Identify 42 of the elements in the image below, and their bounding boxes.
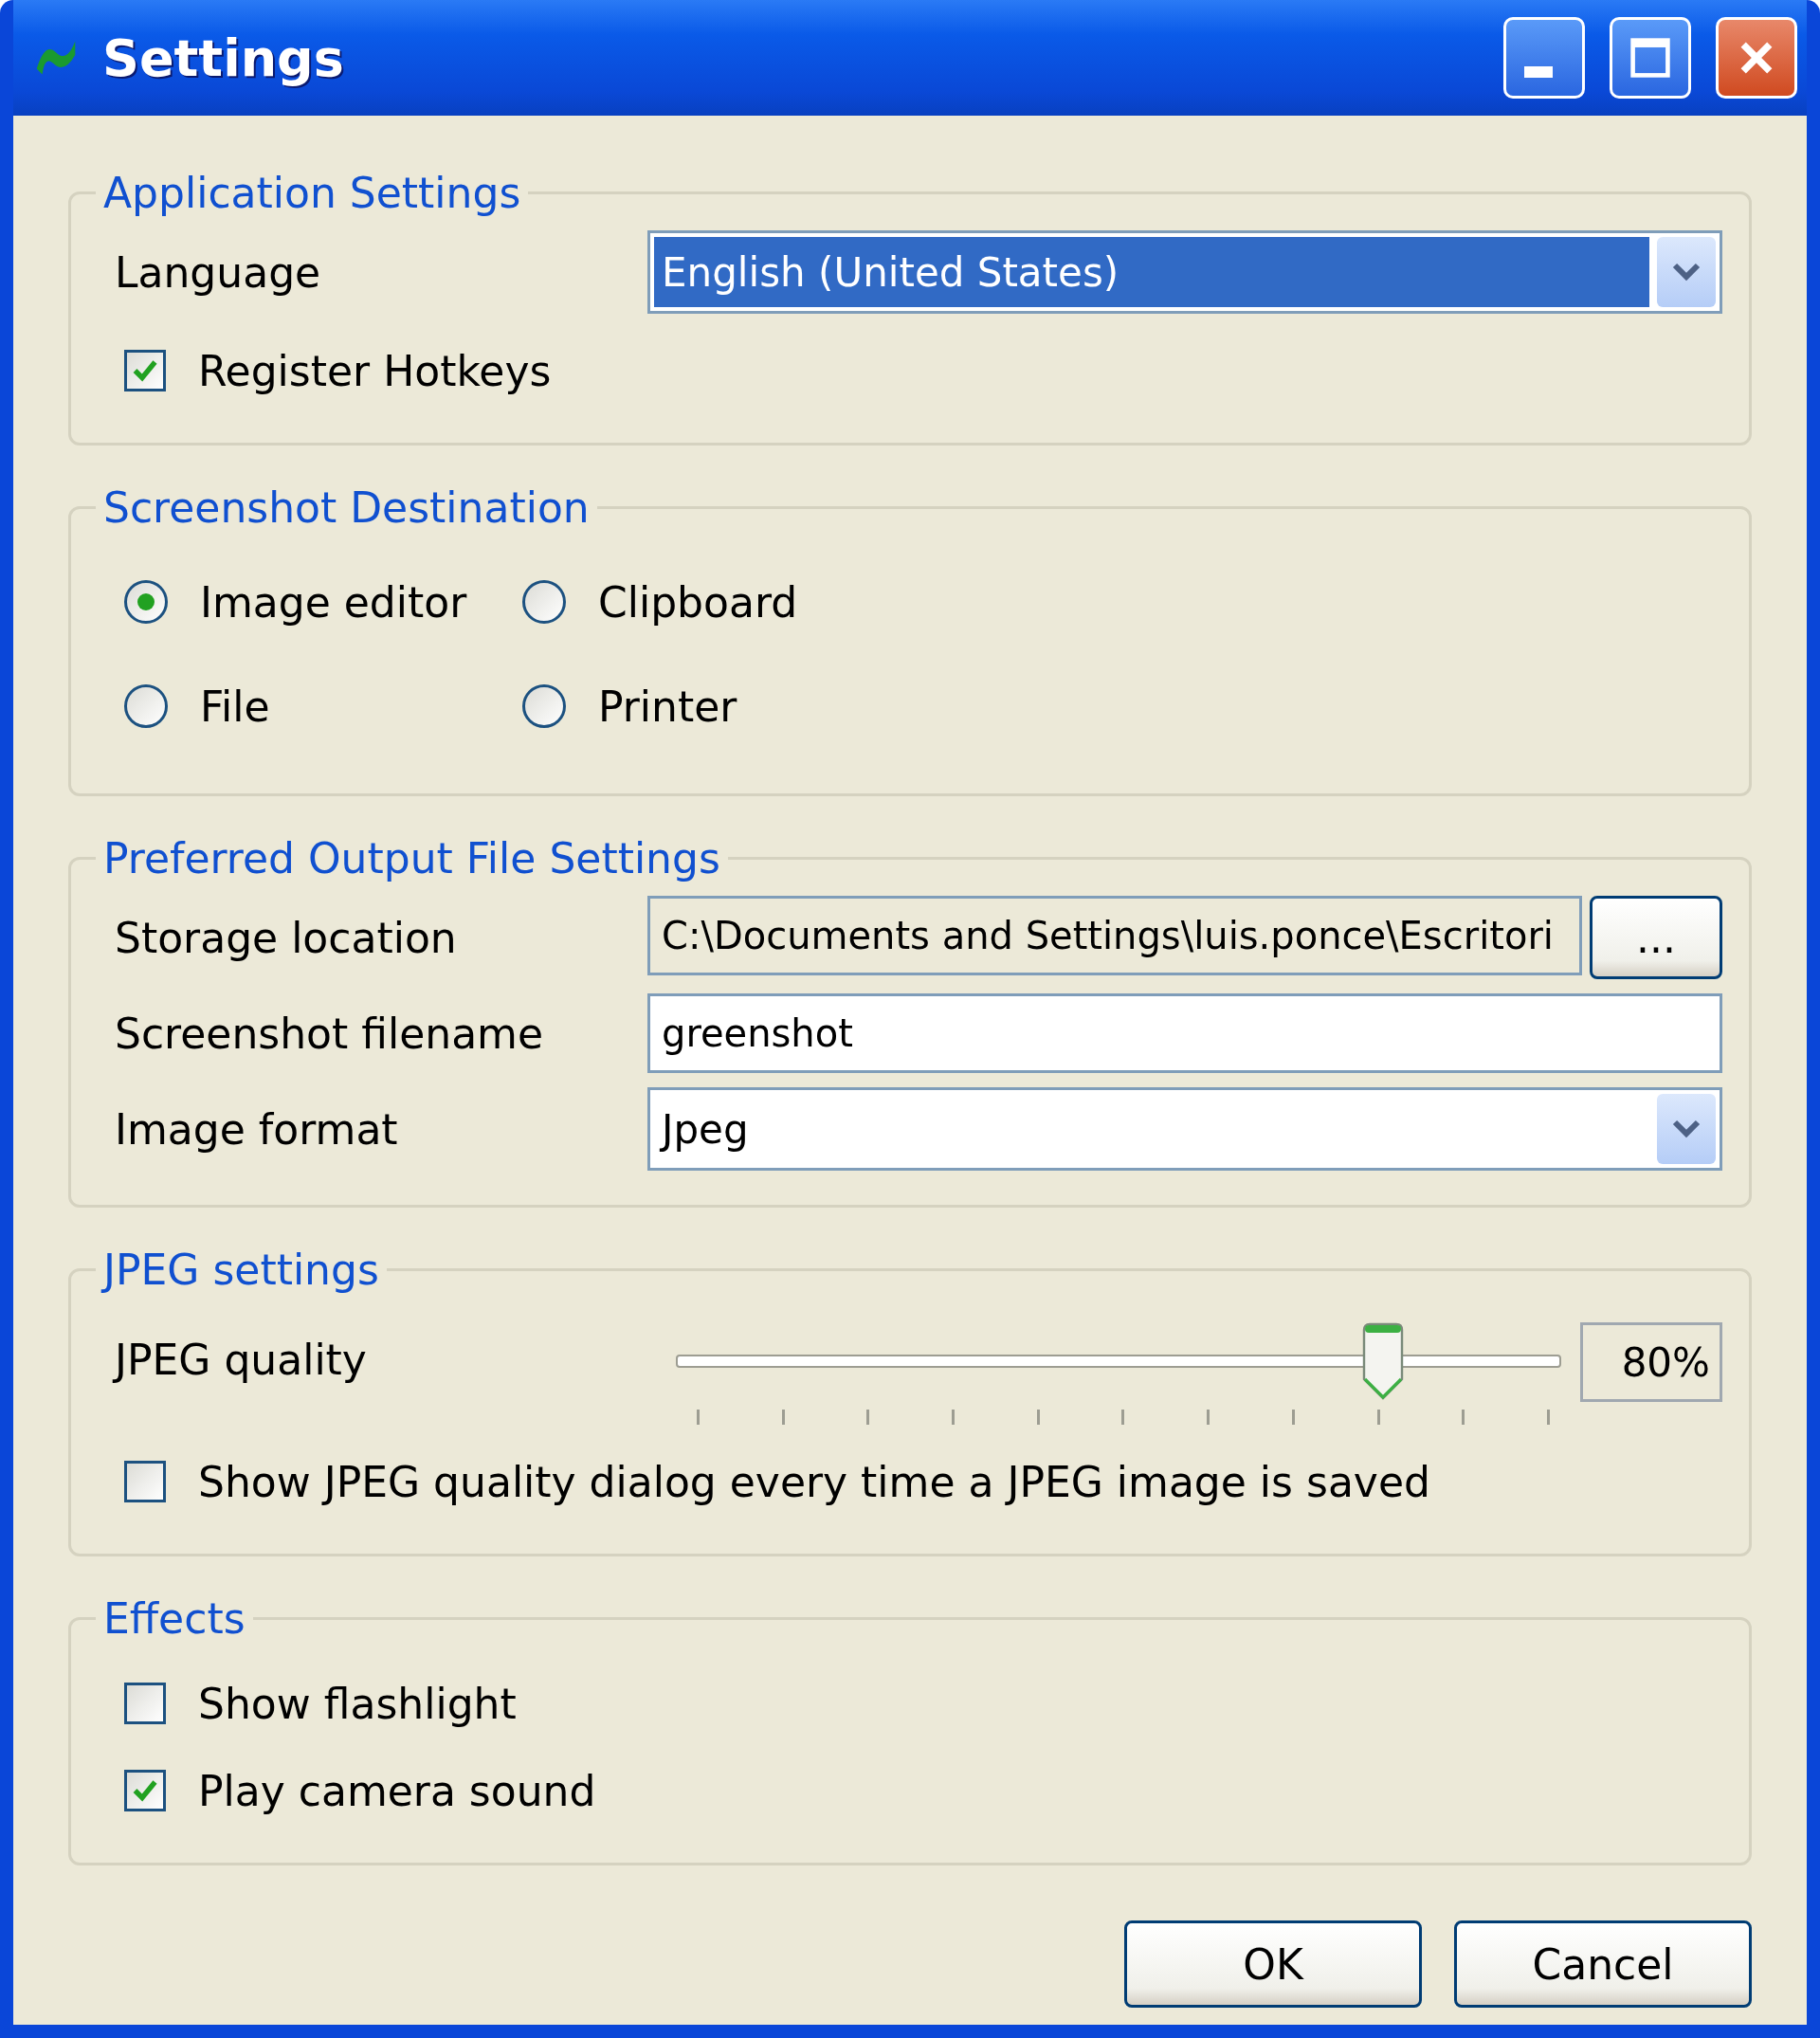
checkbox[interactable] [124,1461,166,1502]
radio-label: File [200,682,270,731]
checkbox-label: Register Hotkeys [198,346,552,395]
chevron-down-icon [1671,262,1702,282]
checkbox-label: Show JPEG quality dialog every time a JPEG image is saved [198,1457,1430,1506]
radio-button[interactable] [124,684,168,728]
minimize-icon [1524,66,1553,78]
window-title: Settings [102,27,345,88]
radio-button[interactable] [522,684,566,728]
ok-button[interactable]: OK [1124,1920,1422,2008]
language-dropdown[interactable]: English (United States) [647,230,1722,314]
storage-location-field[interactable]: C:\Documents and Settings\luis.ponce\Escritori [647,896,1582,975]
group-title: Application Settings [102,169,522,217]
field-label: Image format [115,1104,399,1154]
checkbox-label: Show flashlight [198,1679,517,1728]
field-label: Storage location [115,913,458,962]
maximize-icon [1629,36,1672,80]
radio-button[interactable] [522,580,566,624]
group-title: Screenshot Destination [102,483,591,532]
group-title: JPEG settings [96,1246,387,1294]
filename-field[interactable]: greenshot [647,993,1722,1073]
radio-label: Image editor [200,577,467,627]
checkbox[interactable] [124,1683,166,1724]
slider-thumb[interactable] [1362,1322,1404,1400]
field-label: Screenshot filename [115,1009,545,1058]
image-format-dropdown[interactable]: Jpeg [647,1087,1722,1171]
close-button[interactable] [1716,17,1797,99]
checkbox-label: Play camera sound [198,1766,596,1815]
group-title: Effects [102,1594,246,1643]
cancel-button[interactable]: Cancel [1454,1920,1752,2008]
checkbox[interactable] [124,350,166,391]
minimize-button[interactable] [1503,17,1585,99]
group-title: Preferred Output File Settings [102,834,721,883]
checkbox[interactable] [124,1770,166,1811]
radio-label: Printer [598,682,737,731]
quality-readout: 80% [1580,1322,1722,1402]
field-label: Language [115,247,322,297]
browse-button[interactable]: ... [1590,896,1722,979]
chevron-down-icon [1671,1119,1702,1139]
maximize-button[interactable] [1610,17,1691,99]
radio-label: Clipboard [598,577,798,627]
radio-button[interactable] [124,580,168,624]
